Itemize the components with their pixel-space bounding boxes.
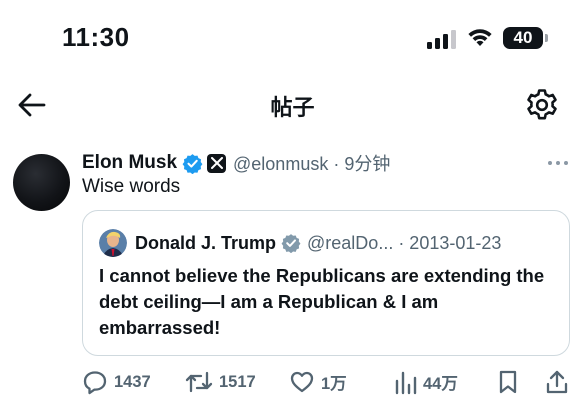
- views-count: 44万: [423, 375, 458, 393]
- arrow-left-icon[interactable]: [16, 90, 48, 120]
- quote-author-name: Donald J. Trump: [135, 232, 277, 253]
- status-bar: 11:30 40: [0, 0, 585, 80]
- quote-handle-date: @realDo... · 2013-01-23: [307, 232, 502, 253]
- quoted-post-card[interactable]: Donald J. Trump @realDo... · 2013-01-23 …: [82, 210, 570, 356]
- battery-icon: 40: [503, 27, 543, 49]
- avatar[interactable]: [13, 154, 70, 211]
- page-title: 帖子: [270, 95, 315, 120]
- reply-button[interactable]: 1437: [82, 368, 151, 396]
- post-header-bar: 帖子: [0, 80, 585, 130]
- repost-button[interactable]: 1517: [185, 368, 256, 396]
- bookmark-icon: [499, 370, 517, 394]
- verified-badge-gray-icon: [281, 234, 301, 253]
- battery-level: 40: [513, 28, 533, 47]
- author-name[interactable]: Elon Musk: [82, 152, 177, 174]
- repost-icon: [185, 371, 213, 393]
- battery-tip: [545, 34, 548, 42]
- quote-text: I cannot believe the Republicans are ext…: [99, 265, 545, 338]
- views-button[interactable]: 44万: [393, 368, 458, 396]
- like-button[interactable]: 1万: [289, 368, 347, 396]
- post-author-row: Elon Musk @elonmusk · 9分钟: [82, 150, 390, 176]
- reply-icon: [83, 371, 107, 395]
- bookmark-button[interactable]: [497, 368, 519, 396]
- post-text: Wise words: [82, 176, 181, 197]
- post-action-bar: 1437 1517 1万 44万: [0, 364, 585, 400]
- wifi-icon: [468, 29, 492, 46]
- verified-badge-icon: [182, 153, 203, 174]
- share-button[interactable]: [545, 368, 569, 396]
- gear-icon[interactable]: [524, 87, 560, 123]
- repost-count: 1517: [219, 372, 256, 391]
- author-handle-time: @elonmusk · 9分钟: [233, 154, 391, 174]
- x-affiliate-badge-icon: [207, 153, 227, 173]
- heart-icon: [290, 371, 314, 393]
- status-time: 11:30: [62, 22, 130, 52]
- signal-icon: [427, 30, 456, 49]
- views-chart-icon: [395, 371, 417, 395]
- share-icon: [546, 370, 568, 394]
- like-count: 1万: [321, 375, 347, 393]
- quote-author-row: Donald J. Trump @realDo... · 2013-01-23: [135, 230, 501, 256]
- reply-count: 1437: [114, 372, 151, 391]
- quote-avatar: [99, 229, 127, 257]
- more-horizontal-icon[interactable]: [546, 154, 570, 172]
